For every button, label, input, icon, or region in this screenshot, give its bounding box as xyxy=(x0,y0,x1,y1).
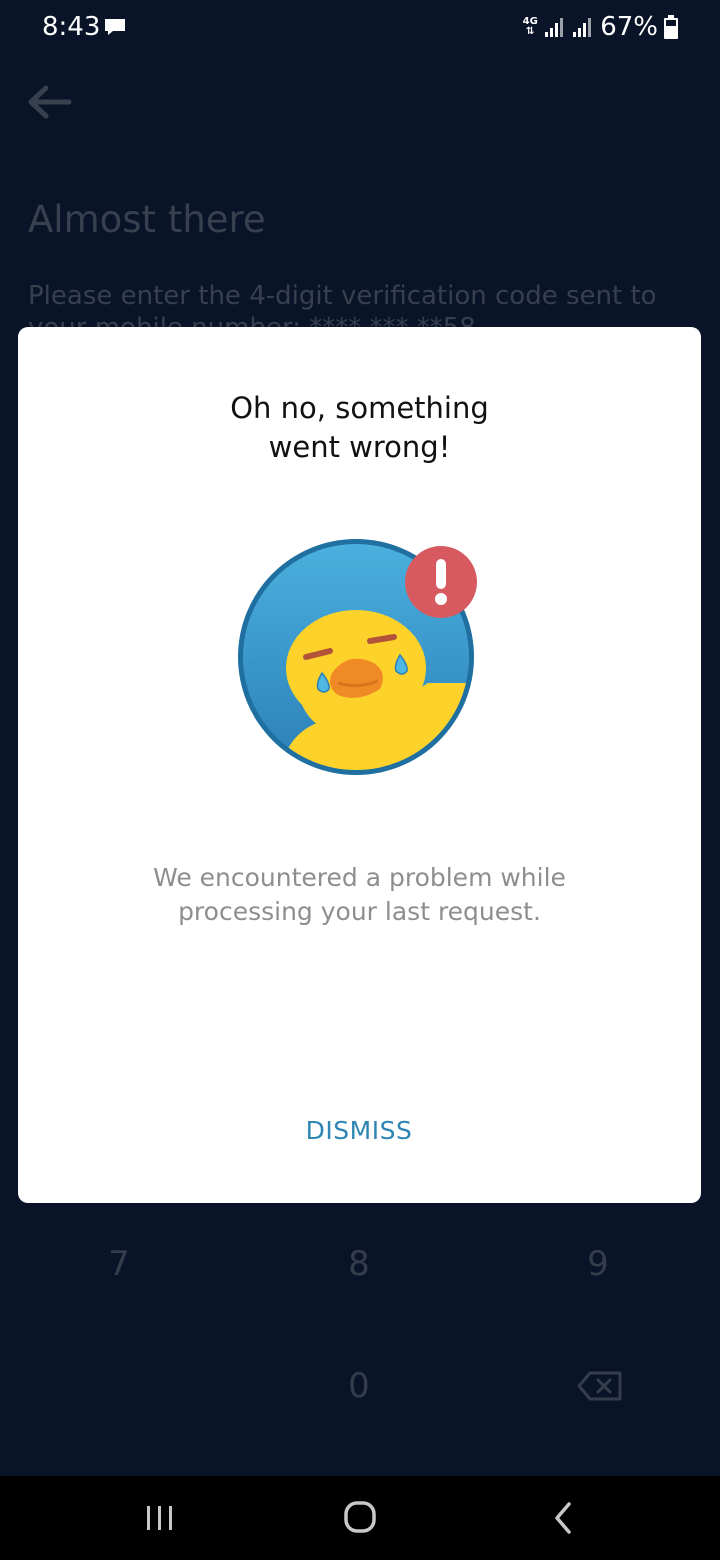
system-navigation-bar xyxy=(0,1476,720,1560)
keypad-key-9[interactable]: 9 xyxy=(558,1244,638,1284)
error-dialog: Oh no, something went wrong! We encounte… xyxy=(18,327,701,1203)
sad-duck-error-icon xyxy=(238,539,477,775)
keypad-key-8[interactable]: 8 xyxy=(319,1244,399,1284)
keypad-key-0[interactable]: 0 xyxy=(319,1366,399,1406)
dialog-message: We encountered a problem while processin… xyxy=(18,861,701,929)
dialog-title: Oh no, something went wrong! xyxy=(18,389,701,467)
recent-apps-icon[interactable] xyxy=(130,1496,190,1540)
back-nav-icon[interactable] xyxy=(533,1496,593,1540)
dialog-title-line-1: Oh no, something xyxy=(230,391,489,425)
backspace-icon[interactable] xyxy=(576,1370,624,1402)
dismiss-button[interactable]: DISMISS xyxy=(259,1105,459,1155)
keypad-key-7[interactable]: 7 xyxy=(79,1244,159,1284)
dialog-message-line-1: We encountered a problem while xyxy=(153,863,566,892)
page-title: Almost there xyxy=(28,198,266,241)
back-arrow-icon[interactable] xyxy=(26,84,72,120)
page-subtitle: Please enter the 4-digit verification co… xyxy=(28,281,657,311)
dialog-title-line-2: went wrong! xyxy=(268,430,451,464)
dialog-message-line-2: processing your last request. xyxy=(178,897,541,926)
home-icon[interactable] xyxy=(330,1496,390,1540)
screen: 8:43 4G ⇅ 67% Almost there Please enter … xyxy=(0,0,720,1560)
